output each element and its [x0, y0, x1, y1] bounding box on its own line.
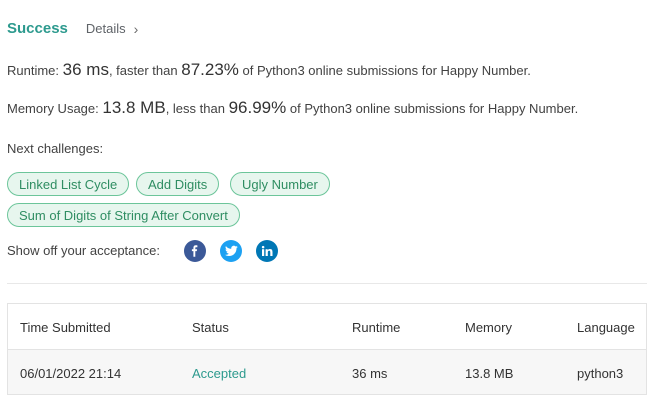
chevron-right-icon: › [133, 20, 139, 37]
column-header-status[interactable]: Status [192, 320, 229, 335]
runtime-line: Runtime: 36 ms, faster than 87.23% of Py… [7, 60, 531, 80]
runtime-middle: , faster than [108, 63, 178, 78]
memory-suffix: of Python3 online submissions for Happy … [289, 101, 579, 116]
result-header: Success Details › [7, 20, 138, 37]
column-header-language[interactable]: Language [577, 320, 635, 335]
runtime-value: 36 ms [62, 60, 109, 79]
challenge-chip-add-digits[interactable]: Add Digits [136, 172, 220, 196]
share-label: Show off your acceptance: [7, 243, 160, 258]
column-header-time-submitted[interactable]: Time Submitted [20, 320, 111, 335]
challenge-chip-ugly-number[interactable]: Ugly Number [230, 172, 330, 196]
runtime-prefix: Runtime: [7, 63, 60, 78]
column-header-memory[interactable]: Memory [465, 320, 512, 335]
memory-middle: , less than [165, 101, 225, 116]
memory-line: Memory Usage: 13.8 MB, less than 96.99% … [7, 98, 578, 118]
memory-value: 13.8 MB [102, 98, 166, 117]
challenge-chip-sum-of-digits[interactable]: Sum of Digits of String After Convert [7, 203, 240, 227]
divider [7, 283, 647, 284]
linkedin-icon[interactable] [256, 240, 278, 262]
details-label: Details [85, 21, 126, 36]
table-header: Time Submitted Status Runtime Memory Lan… [8, 304, 646, 350]
facebook-icon[interactable] [184, 240, 206, 262]
runtime-suffix: of Python3 online submissions for Happy … [242, 63, 531, 78]
cell-runtime: 36 ms [352, 366, 388, 381]
cell-memory: 13.8 MB [465, 366, 514, 381]
status-success: Success [7, 20, 68, 37]
cell-status-accepted-link[interactable]: Accepted [192, 366, 246, 381]
memory-percent: 96.99% [228, 98, 287, 117]
column-header-runtime[interactable]: Runtime [352, 320, 400, 335]
next-challenges-label: Next challenges: [7, 141, 104, 156]
table-row[interactable]: 06/01/2022 21:14 Accepted 36 ms 13.8 MB … [8, 350, 646, 394]
cell-language: python3 [577, 366, 624, 381]
runtime-percent: 87.23% [181, 60, 239, 79]
twitter-icon[interactable] [220, 240, 242, 262]
memory-prefix: Memory Usage: [7, 101, 99, 116]
submissions-table: Time Submitted Status Runtime Memory Lan… [7, 303, 647, 395]
details-link[interactable]: Details › [86, 21, 138, 37]
challenge-chip-linked-list-cycle[interactable]: Linked List Cycle [7, 172, 130, 196]
cell-time-submitted: 06/01/2022 21:14 [20, 366, 122, 381]
